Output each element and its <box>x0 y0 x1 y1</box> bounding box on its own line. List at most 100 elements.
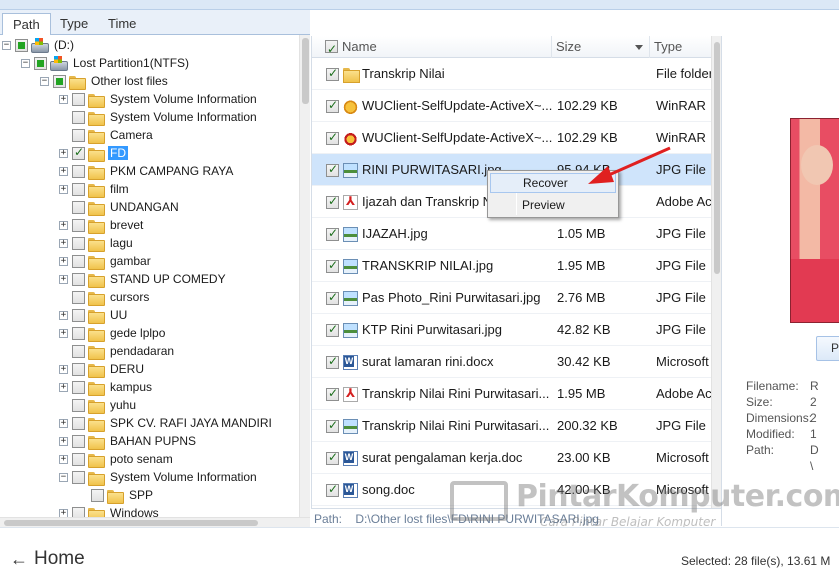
tree-node-checkbox[interactable] <box>72 128 85 142</box>
tree-hscroll-thumb[interactable] <box>4 520 258 526</box>
file-row-checkbox[interactable] <box>326 226 339 241</box>
tree-node[interactable]: + System Volume Information <box>59 90 259 108</box>
column-name-header[interactable]: Name <box>312 36 552 60</box>
select-all-checkbox[interactable] <box>325 38 338 60</box>
file-row-checkbox[interactable] <box>326 418 339 433</box>
tree-node-checkbox[interactable] <box>72 470 85 484</box>
file-row-checkbox[interactable] <box>326 194 339 209</box>
file-row-checkbox[interactable] <box>326 258 339 273</box>
tree-node[interactable]: + Windows <box>59 504 161 517</box>
tree-node-checkbox[interactable] <box>72 164 85 178</box>
tab-path[interactable]: Path <box>2 13 51 36</box>
tree-node-label[interactable]: (D:) <box>52 38 76 52</box>
expand-icon[interactable]: + <box>59 94 68 104</box>
expand-icon[interactable]: + <box>59 364 68 374</box>
tree-node-checkbox[interactable] <box>72 218 85 232</box>
tree-node-label[interactable]: film <box>108 182 131 196</box>
tree-node[interactable]: + film <box>59 180 131 198</box>
tree-node[interactable]: − Lost Partition1(NTFS) <box>21 54 191 72</box>
tab-type[interactable]: Type <box>50 13 98 35</box>
tree-node-checkbox[interactable] <box>72 182 85 196</box>
tree-node-checkbox[interactable] <box>91 488 104 502</box>
tree-node-checkbox[interactable] <box>72 326 85 340</box>
file-row[interactable]: surat pengalaman kerja.doc 23.00 KB Micros… <box>312 442 711 474</box>
file-row-checkbox[interactable] <box>326 290 339 305</box>
expand-icon[interactable]: + <box>59 220 68 230</box>
tree-node-label[interactable]: Camera <box>108 128 155 142</box>
tree-node[interactable]: + PKM CAMPANG RAYA <box>59 162 235 180</box>
tree-node-checkbox[interactable] <box>72 344 85 358</box>
context-preview-item[interactable]: Preview <box>490 195 616 215</box>
file-row[interactable]: Transkrip Nilai Rini Purwitasari... 1.95 … <box>312 378 711 410</box>
collapse-icon[interactable]: − <box>21 58 30 68</box>
tree-node[interactable]: + FD <box>59 144 128 162</box>
tree-node-checkbox[interactable] <box>53 74 66 88</box>
expand-icon[interactable]: + <box>59 310 68 320</box>
tree-node-label[interactable]: FD <box>108 146 128 160</box>
file-row-checkbox[interactable] <box>326 322 339 337</box>
tree-node-label[interactable]: Windows <box>108 506 161 517</box>
expand-icon[interactable]: + <box>59 508 68 517</box>
tree-node[interactable]: yuhu <box>59 396 138 414</box>
preview-button[interactable]: P <box>816 336 839 361</box>
tree-node[interactable]: + BAHAN PUPNS <box>59 432 198 450</box>
tree-node[interactable]: + poto senam <box>59 450 175 468</box>
tab-time[interactable]: Time <box>98 13 146 35</box>
tree-node-label[interactable]: kampus <box>108 380 154 394</box>
tree-node-label[interactable]: lagu <box>108 236 135 250</box>
tree-node[interactable]: − (D:) <box>2 36 76 54</box>
tree-node[interactable]: SPP <box>78 486 155 504</box>
column-type-header[interactable]: Type <box>650 36 711 58</box>
expand-icon[interactable]: + <box>59 166 68 176</box>
tree-node-checkbox[interactable] <box>72 272 85 286</box>
tree-node[interactable]: + lagu <box>59 234 135 252</box>
tree-vertical-scrollbar[interactable] <box>299 35 310 517</box>
tree-node-label[interactable]: BAHAN PUPNS <box>108 434 198 448</box>
tree-node[interactable]: + STAND UP COMEDY <box>59 270 228 288</box>
tree-node[interactable]: pendadaran <box>59 342 176 360</box>
tree-node[interactable]: + SPK CV. RAFI JAYA MANDIRI <box>59 414 274 432</box>
file-row-checkbox[interactable] <box>326 162 339 177</box>
tree-node-checkbox[interactable] <box>72 380 85 394</box>
tree-node-label[interactable]: cursors <box>108 290 151 304</box>
tree-node-checkbox[interactable] <box>72 452 85 466</box>
expand-icon[interactable]: + <box>59 274 68 284</box>
tree-node[interactable]: + brevet <box>59 216 145 234</box>
tree-node[interactable]: + UU <box>59 306 129 324</box>
tree-node-label[interactable]: UU <box>108 308 129 322</box>
tree-node-label[interactable]: gede lplpo <box>108 326 167 340</box>
tree-node-checkbox[interactable] <box>15 38 28 52</box>
expand-icon[interactable]: + <box>59 148 68 158</box>
file-row-checkbox[interactable] <box>326 354 339 369</box>
tree-node-checkbox[interactable] <box>72 290 85 304</box>
tree-node-checkbox[interactable] <box>72 308 85 322</box>
tree-node-label[interactable]: Lost Partition1(NTFS) <box>71 56 191 70</box>
file-row-checkbox[interactable] <box>326 482 339 497</box>
tree-node-label[interactable]: poto senam <box>108 452 175 466</box>
tree-node-checkbox[interactable] <box>72 254 85 268</box>
tree-node[interactable]: − System Volume Information <box>59 468 259 486</box>
tree-node-checkbox[interactable] <box>34 56 47 70</box>
column-size-header[interactable]: Size <box>552 36 650 58</box>
tree-node-label[interactable]: Other lost files <box>89 74 170 88</box>
expand-icon[interactable]: + <box>59 454 68 464</box>
tree-node[interactable]: Camera <box>59 126 155 144</box>
collapse-icon[interactable]: − <box>59 472 68 482</box>
expand-icon[interactable]: + <box>59 238 68 248</box>
file-row[interactable]: surat lamaran rini.docx 30.42 KB Microsoft <box>312 346 711 378</box>
tree-node-label[interactable]: UNDANGAN <box>108 200 181 214</box>
tree-node-label[interactable]: pendadaran <box>108 344 176 358</box>
file-row[interactable]: TRANSKRIP NILAI.jpg 1.95 MB JPG File <box>312 250 711 282</box>
tree-node-checkbox[interactable] <box>72 200 85 214</box>
tree-node[interactable]: + kampus <box>59 378 154 396</box>
expand-icon[interactable]: + <box>59 418 68 428</box>
expand-icon[interactable]: + <box>59 184 68 194</box>
tree-node-checkbox[interactable] <box>72 92 85 106</box>
list-vertical-scrollbar[interactable] <box>711 36 721 508</box>
tree-node-label[interactable]: STAND UP COMEDY <box>108 272 228 286</box>
collapse-icon[interactable]: − <box>40 76 49 86</box>
tree-node[interactable]: cursors <box>59 288 151 306</box>
file-row-checkbox[interactable] <box>326 66 339 81</box>
tree-node[interactable]: UNDANGAN <box>59 198 181 216</box>
expand-icon[interactable]: + <box>59 328 68 338</box>
